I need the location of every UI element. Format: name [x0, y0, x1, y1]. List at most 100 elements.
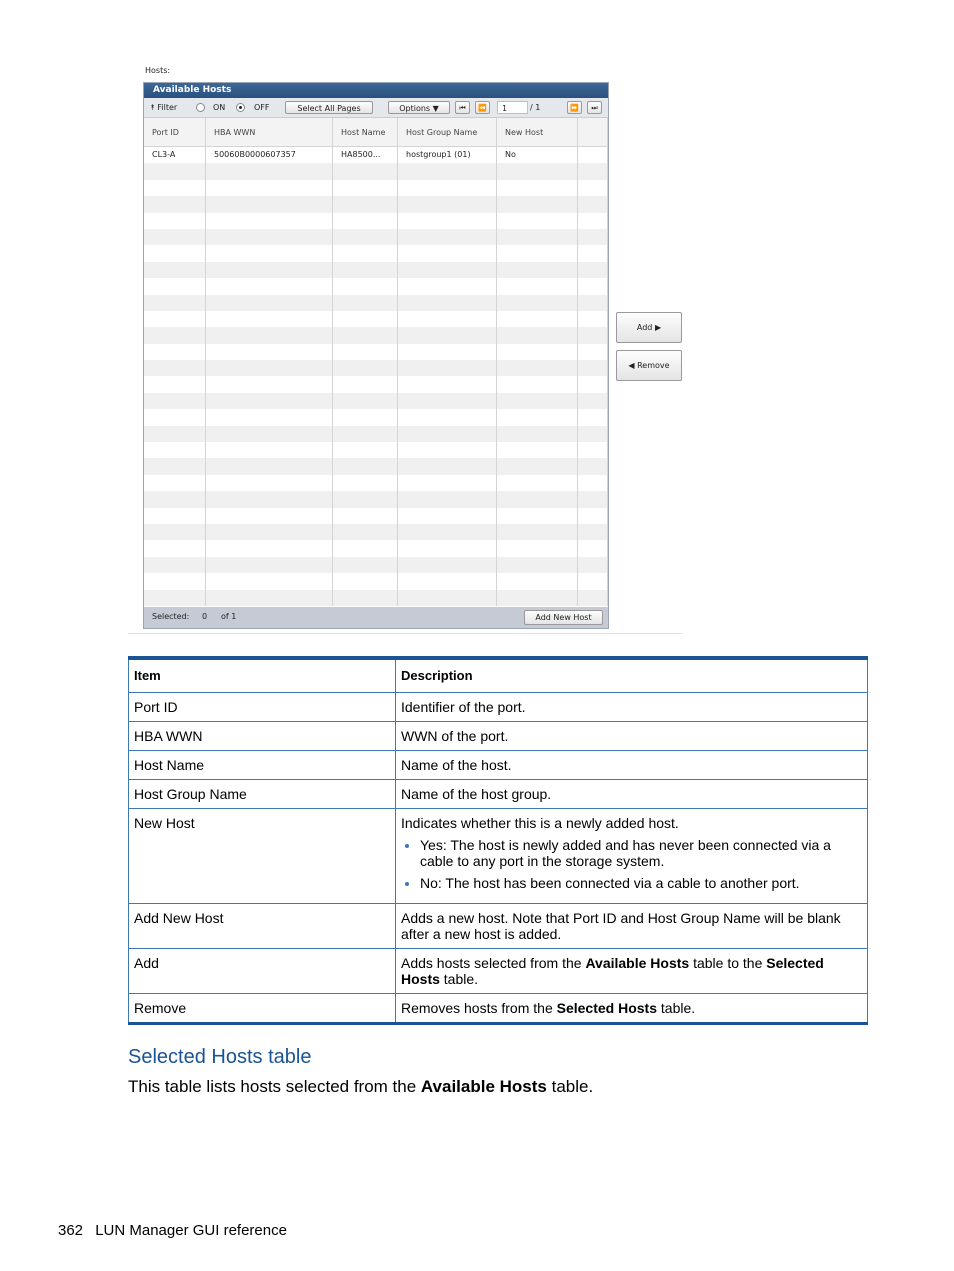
table-cell [578, 179, 608, 197]
prev-page-button[interactable]: ⏪ [475, 101, 490, 114]
table-row: Port ID Identifier of the port. [128, 692, 868, 722]
bullet-list: Yes: The host is newly added and has nev… [401, 837, 862, 891]
last-page-button[interactable]: ⏭ [587, 101, 602, 114]
table-cell [144, 343, 206, 361]
hosts-label: Hosts: [145, 66, 171, 75]
table-row: HBA WWN WWN of the port. [128, 721, 868, 751]
table-cell: No [497, 147, 578, 164]
collapse-chevron-icon: ⯭ [150, 103, 155, 112]
table-cell [578, 245, 608, 262]
table-cell [497, 442, 578, 459]
table-cell [206, 179, 333, 197]
table-cell [497, 458, 578, 475]
table-cell [333, 261, 398, 279]
empty-row [144, 163, 608, 180]
table-cell [497, 523, 578, 541]
table-cell [206, 556, 333, 574]
table-cell [578, 556, 608, 574]
table-cell [497, 589, 578, 606]
add-button[interactable]: Add ▶ [616, 312, 682, 343]
selected-count: 0 [202, 612, 208, 621]
table-cell [333, 327, 398, 344]
table-cell [398, 294, 497, 311]
item-cell: Host Group Name [128, 779, 396, 809]
table-cell [398, 196, 497, 213]
column-header[interactable]: Host Group Name [398, 118, 497, 146]
table-cell [578, 163, 608, 180]
table-cell [206, 294, 333, 311]
table-cell [144, 327, 206, 344]
table-cell [333, 360, 398, 377]
description-text: Name of the host. [401, 757, 512, 773]
table-cell [144, 212, 206, 229]
table-cell [578, 147, 608, 164]
table-cell [497, 425, 578, 443]
table-cell [497, 179, 578, 197]
table-cell [144, 442, 206, 459]
filter-label: Filter [157, 103, 178, 112]
table-cell [144, 261, 206, 279]
first-page-button[interactable]: ⏮ [455, 101, 470, 114]
description-cell: Identifier of the port. [395, 692, 868, 722]
table-cell [206, 458, 333, 475]
filter-off-radio[interactable] [236, 103, 245, 112]
table-cell [206, 523, 333, 541]
table-cell [144, 573, 206, 590]
description-cell: Adds a new host. Note that Port ID and H… [395, 903, 868, 949]
table-cell [398, 360, 497, 377]
table-cell [206, 507, 333, 524]
empty-row [144, 474, 608, 492]
filter-on-label: ON [213, 103, 226, 112]
add-new-host-button[interactable]: Add New Host [524, 610, 603, 625]
section-text: This table lists hosts selected from the… [128, 1077, 594, 1096]
column-header[interactable] [578, 118, 608, 146]
empty-row [144, 294, 608, 311]
next-page-button[interactable]: ⏩ [567, 101, 582, 114]
table-row[interactable]: CL3-A 50060B0000607357 HA8500... hostgroup1… [144, 147, 608, 164]
table-cell [398, 261, 497, 279]
remove-button[interactable]: ◀ Remove [616, 350, 682, 381]
empty-row [144, 540, 608, 557]
description-cell: Removes hosts from the Selected Hosts ta… [395, 993, 868, 1024]
table-row: Add New Host Adds a new host. Note that P… [128, 903, 868, 949]
filter-toggle[interactable]: ⯭ Filter [150, 101, 177, 114]
select-all-pages-button[interactable]: Select All Pages [285, 101, 373, 114]
page-number-input[interactable]: 1 [497, 101, 528, 114]
table-cell [497, 310, 578, 328]
table-cell [144, 523, 206, 541]
item-cell: HBA WWN [128, 721, 396, 751]
empty-row [144, 491, 608, 508]
table-cell [578, 540, 608, 557]
empty-row [144, 556, 608, 574]
last-page-icon: ⏭ [591, 104, 598, 112]
table-cell [144, 294, 206, 311]
table-cell [398, 163, 497, 180]
empty-row [144, 196, 608, 213]
table-cell [497, 573, 578, 590]
column-header[interactable]: New Host [497, 118, 578, 146]
empty-row [144, 573, 608, 590]
table-cell [578, 327, 608, 344]
header-description: Description [395, 657, 868, 693]
column-header[interactable]: HBA WWN [206, 118, 333, 146]
table-row: Remove Removes hosts from the Selected Ho… [128, 993, 868, 1024]
empty-row [144, 343, 608, 361]
empty-row [144, 458, 608, 475]
bullet-item: No: The host has been connected via a ca… [420, 875, 862, 891]
table-row: Host Group Name Name of the host group. [128, 779, 868, 809]
table-cell [497, 392, 578, 410]
table-cell [497, 491, 578, 508]
remove-label: Remove [637, 361, 670, 370]
table-cell [333, 523, 398, 541]
arrow-right-icon: ▶ [654, 323, 662, 332]
page-total: / 1 [530, 103, 541, 112]
table-cell [398, 540, 497, 557]
filter-on-radio[interactable] [196, 103, 205, 112]
table-cell [578, 474, 608, 492]
table-cell [398, 458, 497, 475]
description-cell: WWN of the port. [395, 721, 868, 751]
table-cell [206, 409, 333, 426]
column-header[interactable]: Port ID [144, 118, 206, 146]
options-dropdown[interactable]: Options ▼ [388, 101, 450, 114]
column-header[interactable]: Host Name [333, 118, 398, 146]
